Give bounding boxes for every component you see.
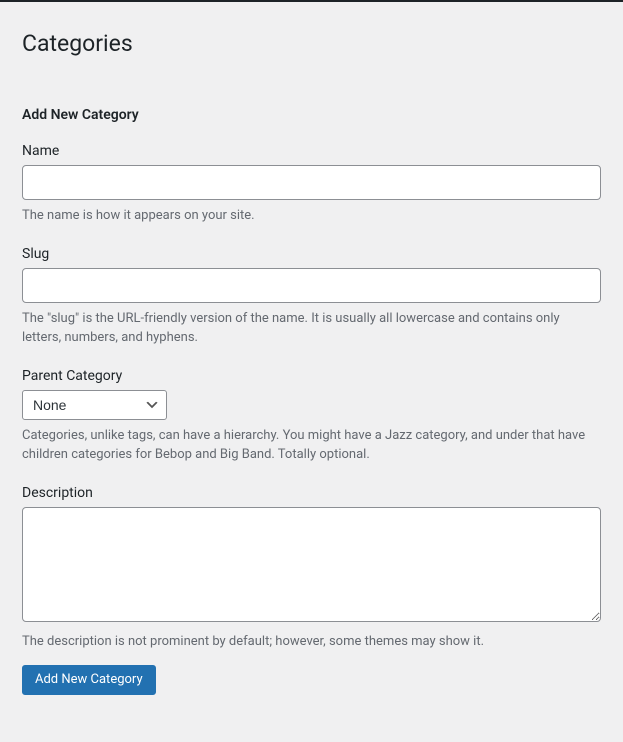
content-wrap: Categories Add New Category Name The nam… [0, 2, 623, 717]
slug-label: Slug [22, 246, 601, 262]
add-category-form: Name The name is how it appears on your … [22, 143, 601, 695]
parent-select[interactable]: None [22, 390, 167, 420]
description-field-wrap: Description The description is not promi… [22, 485, 601, 652]
name-field-wrap: Name The name is how it appears on your … [22, 143, 601, 226]
description-textarea[interactable] [22, 507, 601, 622]
slug-input[interactable] [22, 268, 601, 303]
name-input[interactable] [22, 165, 601, 200]
add-category-button[interactable]: Add New Category [22, 665, 156, 695]
form-heading: Add New Category [22, 107, 601, 123]
parent-help: Categories, unlike tags, can have a hier… [22, 426, 601, 465]
slug-help: The "slug" is the URL-friendly version o… [22, 309, 601, 348]
description-help: The description is not prominent by defa… [22, 632, 601, 652]
name-help: The name is how it appears on your site. [22, 206, 601, 226]
parent-field-wrap: Parent Category None Categories, unlike … [22, 368, 601, 465]
parent-label: Parent Category [22, 368, 601, 384]
page-title: Categories [22, 10, 601, 57]
slug-field-wrap: Slug The "slug" is the URL-friendly vers… [22, 246, 601, 348]
description-label: Description [22, 485, 601, 501]
name-label: Name [22, 143, 601, 159]
